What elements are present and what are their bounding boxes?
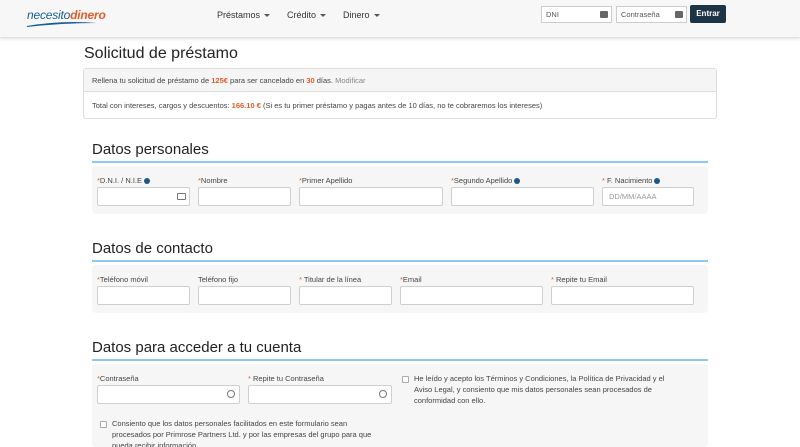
section-divider — [92, 359, 708, 361]
section-divider — [92, 260, 708, 262]
nombre-label: *Nombre — [198, 176, 228, 185]
dni-input[interactable] — [97, 187, 190, 206]
brand-logo[interactable]: necesitodinero — [27, 8, 119, 27]
loan-days: 30 — [306, 76, 315, 85]
eye-icon[interactable] — [379, 390, 387, 398]
segundo-apellido-label: *Segundo Apellido — [451, 176, 521, 185]
chevron-down-icon — [264, 13, 271, 17]
loan-summary-line: Rellena tu solicitud de préstamo de 125€… — [84, 69, 716, 92]
page-title: Solicitud de préstamo — [84, 45, 238, 62]
email-repeat-label: * Repite tu Email — [551, 275, 607, 284]
main-nav: Préstamos Crédito Dinero — [217, 10, 397, 20]
nav-item-credito[interactable]: Crédito — [287, 10, 327, 20]
password-repeat-input[interactable] — [248, 385, 392, 404]
login-password-input[interactable]: Contraseña — [616, 6, 687, 23]
terms-checkbox[interactable] — [402, 376, 409, 383]
nacimiento-label: * F. Nacimiento — [602, 176, 661, 185]
movil-input[interactable] — [97, 286, 190, 305]
privacy-link[interactable]: Política de Privacidad — [579, 374, 651, 383]
loan-total: 166.10 € — [231, 101, 261, 110]
primer-apellido-label: *Primer Apellido — [299, 176, 353, 185]
chevron-down-icon — [320, 13, 327, 17]
logo-text-part2: dinero — [70, 8, 106, 22]
section-title-personal: Datos personales — [92, 141, 209, 158]
id-card-icon — [600, 11, 608, 18]
titular-label: * Titular de la línea — [299, 275, 362, 284]
terms-text: He leído y acepto los Términos y Condici… — [414, 374, 665, 405]
password-repeat-label: * Repite tu Contraseña — [248, 374, 324, 383]
id-card-icon — [177, 193, 186, 200]
nav-item-dinero[interactable]: Dinero — [343, 10, 380, 20]
nacimiento-input[interactable]: DD/MM/AAAA — [602, 187, 694, 206]
logo-text-part1: necesito — [27, 8, 71, 22]
account-data-panel: *Contraseña * Repite tu Contraseña He le… — [92, 364, 708, 447]
section-title-account: Datos para acceder a tu cuenta — [92, 339, 302, 356]
terms-link[interactable]: Términos y Condiciones — [486, 374, 566, 383]
logo-swoosh-icon — [27, 22, 97, 27]
email-label: *Email — [400, 275, 422, 284]
fijo-input[interactable] — [198, 286, 291, 305]
eye-icon[interactable] — [227, 390, 235, 398]
email-repeat-input[interactable] — [551, 286, 694, 305]
modify-link[interactable]: Modificar — [335, 76, 365, 85]
password-input[interactable] — [97, 385, 240, 404]
contact-data-panel: *Teléfono móvil Teléfono fijo * Titular … — [92, 265, 708, 313]
login-dni-input[interactable]: DNI — [541, 6, 612, 23]
top-navigation-bar: necesitodinero Préstamos Crédito Dinero … — [0, 0, 800, 38]
legal-link[interactable]: Aviso Legal — [414, 385, 453, 394]
info-icon[interactable] — [144, 178, 151, 185]
keyboard-icon — [675, 11, 683, 18]
section-divider — [92, 161, 708, 163]
segundo-apellido-input[interactable] — [451, 187, 594, 206]
nombre-input[interactable] — [198, 187, 291, 206]
info-icon[interactable] — [654, 178, 661, 185]
loan-summary-box: Rellena tu solicitud de préstamo de 125€… — [83, 68, 717, 119]
email-input[interactable] — [400, 286, 543, 305]
primer-apellido-input[interactable] — [299, 187, 443, 206]
login-submit-button[interactable]: Entrar — [690, 5, 726, 23]
consent-checkbox[interactable] — [100, 421, 107, 428]
section-title-contact: Datos de contacto — [92, 240, 213, 257]
loan-total-line: Total con intereses, cargos y descuentos… — [92, 101, 543, 110]
info-icon[interactable] — [514, 178, 521, 185]
nav-item-prestamos[interactable]: Préstamos — [217, 10, 271, 20]
fijo-label: Teléfono fijo — [198, 275, 239, 284]
password-label: *Contraseña — [97, 374, 139, 383]
personal-data-panel: *D.N.I. / N.I.E *Nombre *Primer Apellido… — [92, 166, 708, 214]
loan-amount: 125€ — [211, 76, 228, 85]
dni-label: *D.N.I. / N.I.E — [97, 176, 151, 185]
chevron-down-icon — [373, 13, 380, 17]
consent-text: Consiento que los datos personales facil… — [112, 419, 372, 447]
titular-input[interactable] — [299, 286, 392, 305]
movil-label: *Teléfono móvil — [97, 275, 148, 284]
